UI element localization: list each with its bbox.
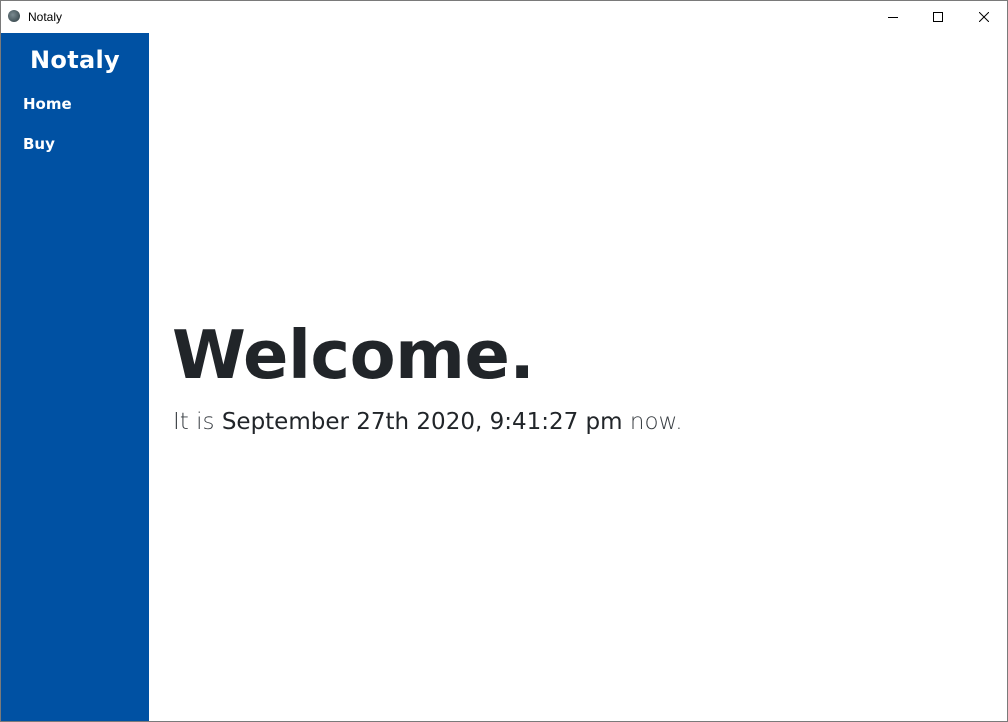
now-prefix: It is [173, 409, 215, 435]
current-time-line: It is September 27th 2020, 9:41:27 pm no… [173, 409, 683, 435]
current-datetime: September 27th 2020, 9:41:27 pm [221, 409, 623, 435]
close-button[interactable] [961, 1, 1007, 32]
title-bar[interactable]: Notaly [1, 1, 1007, 32]
app-icon [8, 10, 20, 22]
minimize-icon [888, 16, 898, 18]
brand-title[interactable]: Notaly [1, 46, 149, 74]
maximize-icon [933, 11, 943, 22]
maximize-button[interactable] [915, 1, 961, 32]
app-window: Notaly Notaly Home Buy Welcome. It is Se… [0, 0, 1008, 722]
main-content: Welcome. It is September 27th 2020, 9:41… [149, 33, 1007, 721]
close-icon [979, 11, 989, 22]
sidebar-item-home[interactable]: Home [23, 95, 72, 113]
sidebar: Notaly Home Buy [1, 33, 149, 721]
minimize-button[interactable] [870, 1, 916, 32]
sidebar-item-buy[interactable]: Buy [23, 135, 55, 153]
window-title: Notaly [28, 10, 63, 24]
now-suffix: now. [629, 409, 683, 435]
welcome-heading: Welcome. [172, 316, 535, 394]
